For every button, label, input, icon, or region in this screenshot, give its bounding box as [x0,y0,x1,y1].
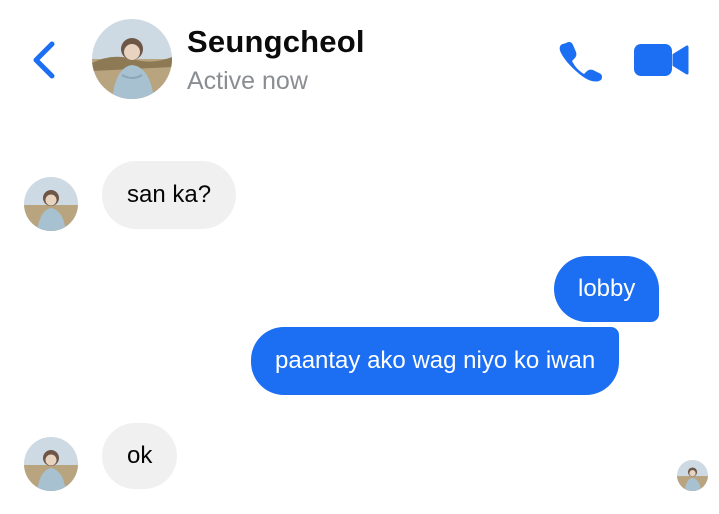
voice-call-button[interactable] [556,38,604,82]
message-bubble-outgoing[interactable]: lobby [554,256,660,322]
avatar-photo [677,460,708,491]
sender-avatar[interactable] [24,177,78,231]
avatar-photo [92,19,172,99]
sender-avatar[interactable] [24,437,78,491]
video-camera-icon [634,44,689,76]
contact-avatar[interactable] [92,19,172,99]
message-text: paantay ako wag niyo ko iwan [275,347,596,374]
chevron-left-icon [33,41,55,79]
message-bubble-incoming[interactable]: ok [102,423,178,489]
message-bubble-outgoing[interactable]: paantay ako wag niyo ko iwan [251,327,620,395]
avatar-photo [24,177,78,231]
avatar-photo [24,437,78,491]
chat-screen: Seungcheol Active now san ka? lobby paan… [0,0,719,514]
contact-name[interactable]: Seungcheol [187,24,365,60]
message-text: san ka? [127,181,212,208]
seen-receipt-avatar [677,460,708,491]
message-text: ok [127,442,153,469]
video-call-button[interactable] [632,40,690,80]
back-button[interactable] [28,36,64,84]
presence-status: Active now [187,67,308,95]
message-text: lobby [578,275,636,302]
message-bubble-incoming[interactable]: san ka? [102,161,237,229]
phone-icon [559,41,603,82]
